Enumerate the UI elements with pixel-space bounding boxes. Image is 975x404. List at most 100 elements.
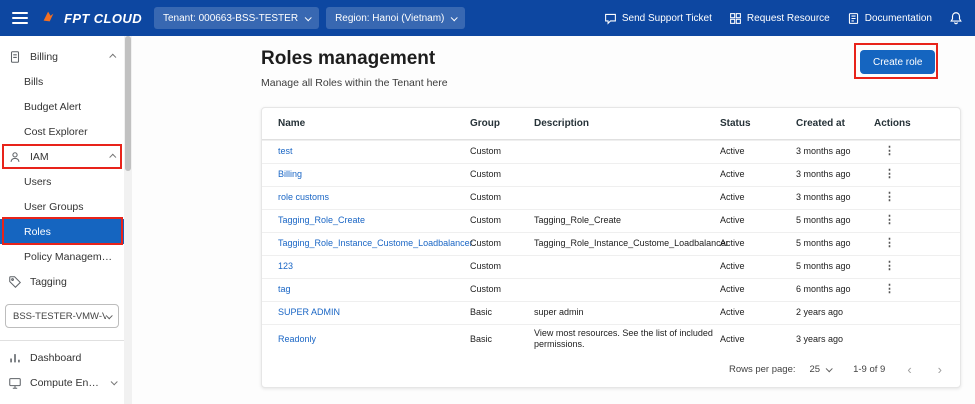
sidebar-item-roles[interactable]: Roles [0, 219, 124, 244]
row-actions-menu-icon[interactable]: ⋮ [880, 237, 899, 249]
table-row: Tagging_Role_Instance_Custome_Loadbalanc… [262, 232, 960, 255]
role-name-link[interactable]: Billing [278, 166, 470, 183]
hamburger-menu-icon[interactable] [12, 12, 28, 24]
role-name-link[interactable]: test [278, 143, 470, 160]
role-name-link[interactable]: tag [278, 281, 470, 298]
send-support-ticket-button[interactable]: Send Support Ticket [604, 12, 712, 25]
documentation-button[interactable]: Documentation [847, 12, 932, 25]
sidebar-item-billing[interactable]: Billing [0, 44, 124, 69]
documentation-icon [847, 12, 860, 25]
row-actions-menu-icon[interactable]: ⋮ [880, 191, 899, 203]
role-name-link[interactable]: role customs [278, 189, 470, 206]
table-row: Tagging_Role_Create Custom Tagging_Role_Cr… [262, 209, 960, 232]
chevron-up-icon [109, 53, 117, 61]
sidebar-item-policy-management[interactable]: Policy Management [0, 244, 124, 269]
role-name-link[interactable]: 123 [278, 258, 470, 275]
pagination-range-label: 1-9 of 9 [853, 363, 886, 375]
table-row: test Custom Active 3 months ago ⋮ [262, 140, 960, 163]
sidebar-item-budget-alert[interactable]: Budget Alert [0, 94, 124, 119]
role-status: Active [720, 284, 745, 295]
sidebar-item-user-groups[interactable]: User Groups [0, 194, 124, 219]
sidebar-item-tagging[interactable]: Tagging [0, 269, 124, 294]
role-group: Custom [470, 238, 502, 249]
row-actions-menu-icon[interactable]: ⋮ [880, 260, 899, 272]
role-description [534, 172, 720, 178]
notifications-bell-icon[interactable] [949, 11, 963, 25]
column-header-status: Status [720, 118, 751, 129]
role-description: super admin [534, 307, 584, 318]
role-name-link[interactable]: Readonly [278, 331, 470, 348]
role-created-at: 5 months ago [796, 215, 851, 226]
sidebar-item-label: Cost Explorer [24, 125, 88, 138]
sidebar-item-compute-engine[interactable]: Compute Engine [0, 370, 124, 395]
role-description [534, 287, 720, 293]
sidebar-item-users[interactable]: Users [0, 169, 124, 194]
column-header-actions: Actions [874, 118, 911, 129]
row-actions-menu-icon[interactable]: ⋮ [880, 145, 899, 157]
roles-table-card: Name Group Description Status Created at… [261, 107, 961, 388]
role-status: Active [720, 192, 745, 203]
table-body: test Custom Active 3 months ago ⋮ Billing Cust… [262, 140, 960, 354]
request-resource-label: Request Resource [746, 12, 830, 24]
sidebar: Billing Bills Budget Alert Cost Explorer IAM… [0, 36, 124, 404]
role-description [534, 264, 720, 270]
sidebar-item-label: Roles [24, 225, 51, 238]
rows-per-page-value: 25 [809, 363, 821, 375]
column-header-created-at: Created at [796, 118, 845, 129]
role-created-at: 3 months ago [796, 169, 851, 180]
sidebar-item-label: IAM [30, 150, 49, 163]
tenant-selector[interactable]: Tenant: 000663-BSS-TESTER [153, 7, 320, 29]
role-actions-cell: ⋮ [874, 257, 946, 277]
create-role-button[interactable]: Create role [860, 50, 936, 74]
tag-icon [8, 275, 22, 289]
column-header-name: Name [278, 118, 306, 129]
role-description: Tagging_Role_Create [534, 215, 622, 226]
sidebar-item-cost-explorer[interactable]: Cost Explorer [0, 119, 124, 144]
page-subtitle: Manage all Roles within the Tenant here [261, 77, 448, 89]
pagination-prev-icon[interactable]: ‹ [907, 363, 911, 376]
role-description: Tagging_Role_Instance_Custome_Loadbalanc… [534, 238, 729, 249]
project-selector[interactable]: BSS-TESTER-VMW-VPC-BI... [5, 304, 119, 328]
sidebar-item-label: Dashboard [30, 351, 82, 364]
fpt-cloud-logo[interactable]: FPT CLOUD [42, 10, 142, 26]
role-actions-cell: ⋮ [874, 165, 946, 185]
compute-icon [8, 376, 22, 390]
column-header-group: Group [470, 118, 500, 129]
sidebar-item-iam[interactable]: IAM [0, 144, 124, 169]
region-selector-label: Region: Hanoi (Vietnam) [335, 12, 445, 24]
role-name-link[interactable]: Tagging_Role_Create [278, 212, 470, 229]
sidebar-item-label: Users [24, 175, 52, 188]
role-actions-cell [874, 310, 946, 316]
chevron-down-icon [105, 311, 113, 319]
role-group: Custom [470, 284, 502, 295]
row-actions-menu-icon[interactable]: ⋮ [880, 214, 899, 226]
row-actions-menu-icon[interactable]: ⋮ [880, 283, 899, 295]
role-group: Custom [470, 146, 502, 157]
chevron-down-icon [110, 378, 118, 386]
page-header: Roles management Manage all Roles within… [261, 48, 448, 89]
role-status: Active [720, 169, 745, 180]
sidebar-item-bills[interactable]: Bills [0, 69, 124, 94]
support-ticket-icon [604, 12, 617, 25]
project-selector-label: BSS-TESTER-VMW-VPC-BI... [13, 310, 106, 322]
page-title: Roles management [261, 48, 436, 69]
sidebar-item-dashboard[interactable]: Dashboard [0, 345, 124, 370]
role-status: Active [720, 261, 745, 272]
region-selector[interactable]: Region: Hanoi (Vietnam) [326, 7, 466, 29]
chevron-down-icon [451, 13, 459, 21]
pagination-next-icon[interactable]: › [938, 363, 942, 376]
sidebar-scrollbar[interactable] [124, 36, 132, 404]
role-status: Active [720, 333, 745, 344]
rows-per-page-select[interactable]: 25 [809, 363, 833, 375]
row-actions-menu-icon[interactable]: ⋮ [880, 168, 899, 180]
sidebar-scrollbar-thumb[interactable] [125, 36, 131, 171]
role-name-link[interactable]: Tagging_Role_Instance_Custome_Loadbalanc… [278, 235, 473, 252]
brand-text: FPT CLOUD [64, 10, 142, 26]
table-row: tag Custom Active 6 months ago ⋮ [262, 278, 960, 301]
role-created-at: 3 months ago [796, 192, 851, 203]
table-row: Readonly Basic View most resources. See th… [262, 324, 960, 354]
request-resource-button[interactable]: Request Resource [729, 12, 830, 25]
role-name-link[interactable]: SUPER ADMIN [278, 304, 470, 321]
request-resource-icon [729, 12, 742, 25]
sidebar-item-label: Compute Engine [30, 376, 104, 389]
